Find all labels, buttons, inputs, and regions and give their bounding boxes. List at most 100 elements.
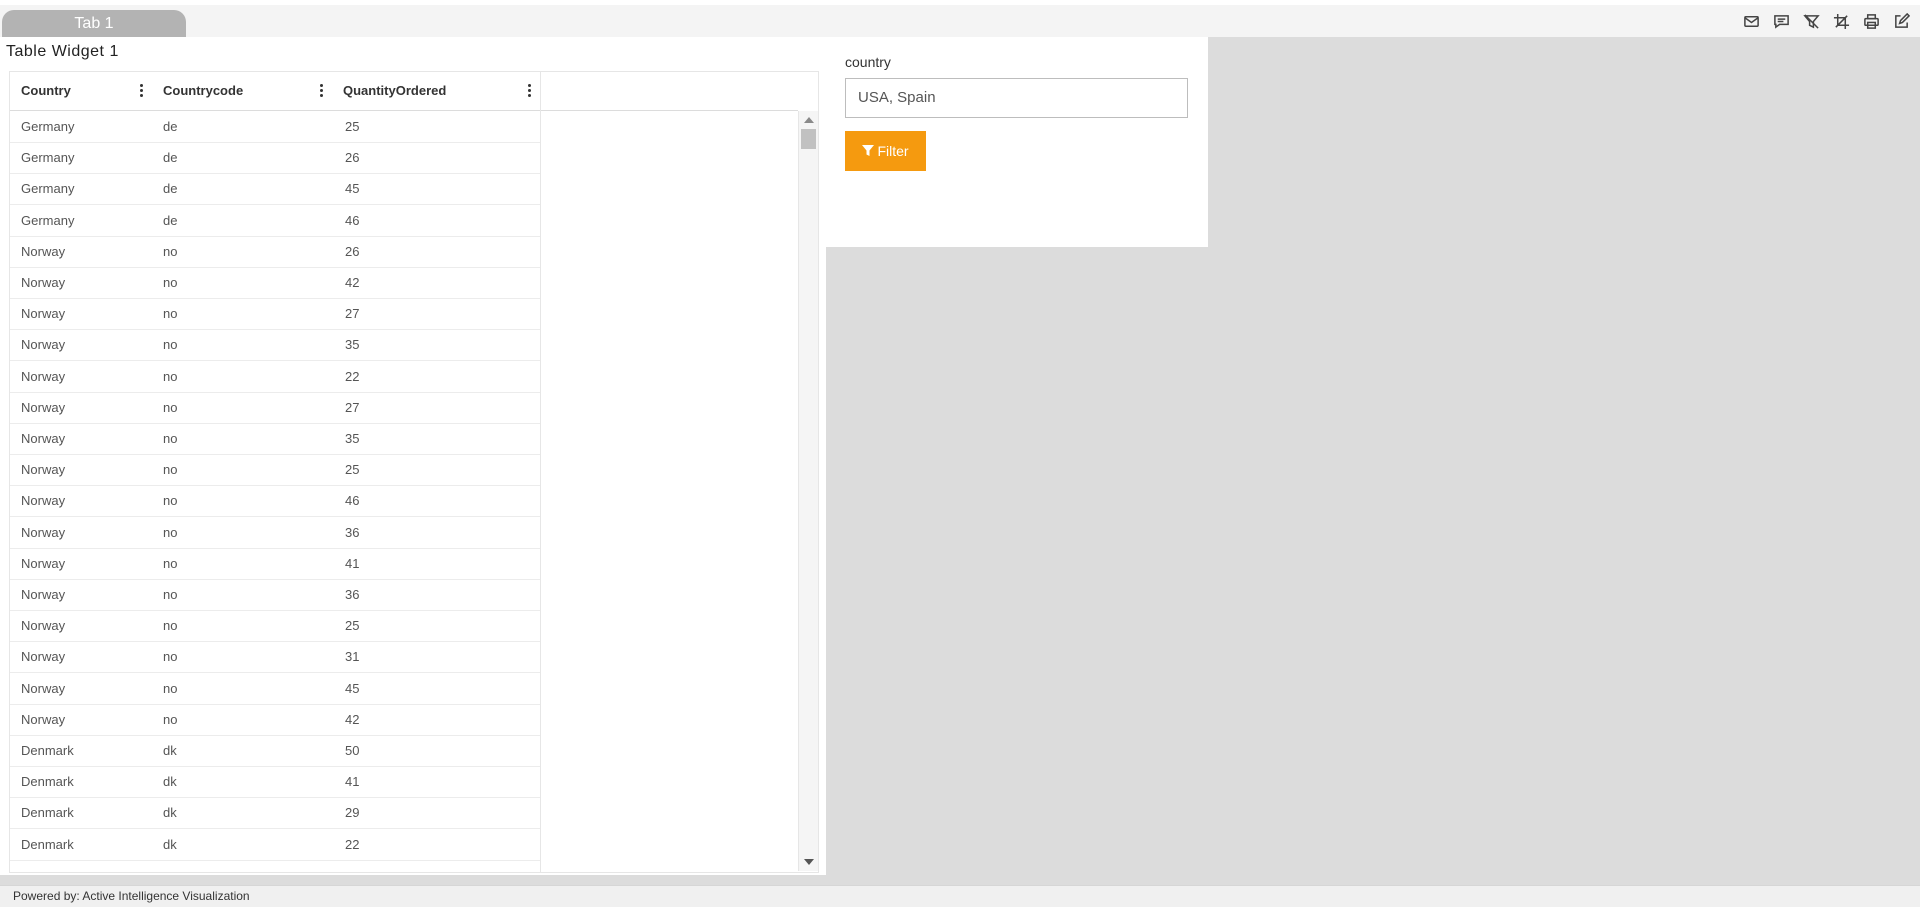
cell-country: Norway — [21, 462, 66, 478]
column-label: Countrycode — [163, 83, 244, 98]
cell-countrycode: de — [163, 181, 178, 197]
cell-countrycode: no — [163, 649, 178, 665]
cell-country: Denmark — [21, 743, 74, 758]
cell-countrycode: no — [163, 493, 178, 509]
cell-countrycode: no — [163, 524, 178, 540]
cell-countrycode: no — [163, 368, 178, 384]
comment-icon[interactable] — [1770, 10, 1792, 32]
scroll-up-icon[interactable] — [804, 117, 814, 123]
table-row[interactable]: Norway no 27 — [10, 298, 540, 331]
widget-title: Table Widget 1 — [6, 43, 119, 60]
column-header-quantityordered[interactable]: QuantityOrdered — [332, 72, 540, 110]
table-row[interactable]: Norway no 31 — [10, 641, 540, 674]
table-row[interactable]: Norway no 27 — [10, 392, 540, 424]
cell-country: Denmark — [21, 805, 74, 821]
cell-quantity: 41 — [345, 774, 360, 790]
cell-quantity: 26 — [345, 150, 360, 166]
cell-countrycode: dk — [163, 836, 177, 852]
column-header-countrycode[interactable]: Countrycode — [152, 72, 332, 110]
clear-filter-icon[interactable] — [1800, 10, 1822, 32]
table-row[interactable]: Norway no 42 — [10, 704, 540, 736]
filter-button-label: Filter — [877, 143, 909, 159]
crop-icon[interactable] — [1830, 10, 1852, 32]
cell-countrycode: no — [163, 680, 178, 696]
print-icon[interactable] — [1860, 10, 1882, 32]
table-row[interactable]: Denmark dk 50 — [10, 735, 540, 767]
cell-country: Norway — [21, 306, 66, 322]
table-row[interactable]: Germany de 25 — [10, 111, 540, 143]
cell-country: Germany — [21, 150, 75, 166]
cell-country: Norway — [21, 368, 66, 384]
tab-bar: Tab 1 — [0, 0, 1920, 38]
cell-quantity: 25 — [345, 618, 360, 634]
table-row[interactable]: Norway no 41 — [10, 548, 540, 580]
table-row[interactable]: Norway no 22 — [10, 361, 540, 393]
table-row[interactable]: Denmark dk 41 — [10, 766, 540, 799]
country-filter-input[interactable]: USA, Spain — [845, 78, 1188, 118]
cell-country: Norway — [21, 399, 66, 415]
cell-countrycode: no — [163, 337, 178, 353]
table-row[interactable]: Norway no 46 — [10, 485, 540, 518]
table-row[interactable]: Norway no 36 — [10, 517, 540, 549]
filter-button[interactable]: Filter — [845, 131, 926, 171]
table-row[interactable]: Norway no 45 — [10, 673, 540, 705]
column-menu-icon[interactable] — [138, 84, 144, 100]
cell-quantity: 31 — [345, 649, 360, 665]
table-row[interactable]: Norway no 35 — [10, 423, 540, 455]
table-row[interactable]: Germany de 26 — [10, 142, 540, 175]
table-row[interactable]: Norway no 25 — [10, 454, 540, 487]
cell-quantity: 42 — [345, 711, 360, 727]
cell-quantity: 50 — [345, 743, 360, 758]
funnel-icon — [862, 145, 875, 156]
cell-countrycode: no — [163, 462, 178, 478]
cell-quantity: 46 — [345, 212, 360, 228]
scroll-thumb[interactable] — [801, 129, 816, 149]
column-menu-icon[interactable] — [526, 84, 532, 100]
top-strip — [0, 0, 1920, 5]
cell-country: Norway — [21, 431, 66, 446]
table-row[interactable]: Norway no 35 — [10, 329, 540, 362]
cell-quantity: 22 — [345, 368, 360, 384]
cell-country: Norway — [21, 243, 66, 259]
cell-country: Denmark — [21, 774, 74, 790]
table-widget: Table Widget 1 Country Countrycode Quant… — [0, 37, 826, 875]
cell-countrycode: de — [163, 212, 178, 228]
column-divider — [540, 72, 541, 872]
column-header-country[interactable]: Country — [10, 72, 152, 110]
table-row[interactable]: Norway no 26 — [10, 236, 540, 268]
column-menu-icon[interactable] — [318, 84, 324, 100]
cell-country: Norway — [21, 337, 66, 353]
cell-countrycode: dk — [163, 743, 177, 758]
powered-by-text: Powered by: Active Intelligence Visualiz… — [13, 889, 250, 903]
cell-quantity: 45 — [345, 181, 360, 197]
cell-countrycode: no — [163, 618, 178, 634]
cell-country: Germany — [21, 119, 75, 134]
table-row[interactable]: Norway no 42 — [10, 267, 540, 299]
cell-countrycode: no — [163, 431, 178, 446]
column-label: Country — [21, 83, 71, 98]
cell-quantity: 42 — [345, 275, 360, 290]
cell-countrycode: no — [163, 587, 178, 602]
table-row[interactable]: Germany de 46 — [10, 205, 540, 237]
edit-icon[interactable] — [1890, 10, 1912, 32]
scroll-down-icon[interactable] — [804, 859, 814, 865]
table-row[interactable]: Norway no 25 — [10, 610, 540, 643]
cell-country: Norway — [21, 275, 66, 290]
cell-quantity: 27 — [345, 399, 360, 415]
cell-countrycode: no — [163, 306, 178, 322]
mail-icon[interactable] — [1740, 10, 1762, 32]
cell-countrycode: no — [163, 711, 178, 727]
cell-country: Norway — [21, 555, 66, 571]
column-label: QuantityOrdered — [343, 83, 447, 98]
cell-country: Norway — [21, 711, 66, 727]
table-row[interactable]: Norway no 36 — [10, 579, 540, 611]
table-row[interactable]: Denmark dk 22 — [10, 829, 540, 861]
table-row[interactable]: Denmark dk 29 — [10, 797, 540, 830]
vertical-scrollbar[interactable] — [798, 111, 818, 871]
cell-quantity: 45 — [345, 680, 360, 696]
tab-1[interactable]: Tab 1 — [2, 10, 186, 37]
cell-quantity: 25 — [345, 119, 360, 134]
table-row[interactable]: Germany de 45 — [10, 173, 540, 206]
cell-quantity: 35 — [345, 431, 360, 446]
cell-countrycode: de — [163, 119, 178, 134]
